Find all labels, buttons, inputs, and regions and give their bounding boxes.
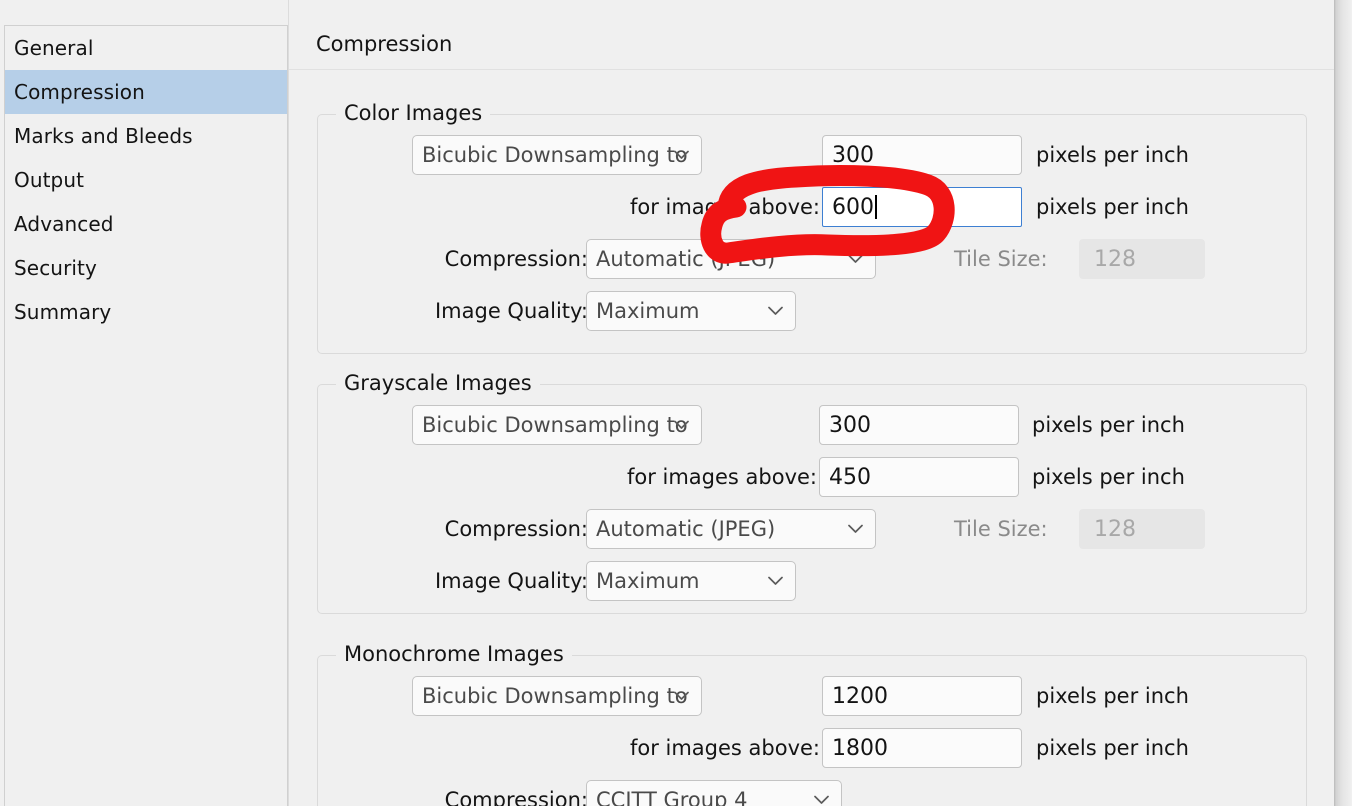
- grayscale-compression-dropdown[interactable]: Automatic (JPEG): [586, 509, 876, 549]
- chevron-down-icon: [814, 796, 829, 805]
- color-threshold-dpi-input[interactable]: 600: [822, 187, 1022, 227]
- group-color-images-legend: Color Images: [336, 101, 490, 125]
- compression-settings-pane: Compression Color Images Bicubic Downsam…: [289, 0, 1334, 806]
- chevron-down-icon: [674, 421, 689, 430]
- preferences-window: General Compression Marks and Bleeds Out…: [0, 0, 1352, 806]
- color-threshold-dpi-value: 600: [832, 195, 874, 220]
- page-title: Compression: [316, 32, 452, 56]
- sidebar-item-label: Marks and Bleeds: [14, 124, 193, 148]
- color-threshold-unit-label: pixels per inch: [1036, 195, 1189, 219]
- sidebar-item-output[interactable]: Output: [5, 158, 287, 202]
- color-threshold-label: for images above:: [522, 195, 820, 219]
- chevron-down-icon: [674, 692, 689, 701]
- grayscale-threshold-label: for images above:: [519, 465, 817, 489]
- monochrome-downsample-dpi-value: 1200: [832, 684, 888, 709]
- color-compression-label: Compression:: [350, 247, 588, 271]
- sidebar-item-compression[interactable]: Compression: [5, 70, 287, 114]
- color-downsample-dpi-value: 300: [832, 143, 874, 168]
- grayscale-compression-value: Automatic (JPEG): [596, 517, 775, 541]
- color-downsample-method-dropdown[interactable]: Bicubic Downsampling to: [412, 135, 702, 175]
- sidebar-item-label: Security: [14, 256, 97, 280]
- sidebar-item-advanced[interactable]: Advanced: [5, 202, 287, 246]
- group-color-images: Color Images Bicubic Downsampling to 300…: [317, 114, 1307, 354]
- monochrome-downsample-method-value: Bicubic Downsampling to: [422, 684, 688, 708]
- group-grayscale-images-legend: Grayscale Images: [336, 371, 540, 395]
- title-separator: [289, 69, 1334, 70]
- chevron-down-icon: [848, 525, 863, 534]
- window-edge-shadow: [1334, 0, 1352, 806]
- group-monochrome-images-legend: Monochrome Images: [336, 642, 572, 666]
- group-monochrome-images: Monochrome Images Bicubic Downsampling t…: [317, 655, 1307, 806]
- sidebar-item-label: Compression: [14, 80, 145, 104]
- grayscale-threshold-dpi-value: 450: [829, 465, 871, 490]
- grayscale-threshold-unit-label: pixels per inch: [1032, 465, 1185, 489]
- grayscale-image-quality-dropdown[interactable]: Maximum: [586, 561, 796, 601]
- chevron-down-icon: [848, 255, 863, 264]
- sidebar-item-label: General: [14, 36, 94, 60]
- grayscale-tile-size-label: Tile Size:: [954, 517, 1048, 541]
- grayscale-downsample-method-value: Bicubic Downsampling to: [422, 413, 688, 437]
- grayscale-image-quality-value: Maximum: [596, 569, 699, 593]
- grayscale-compression-label: Compression:: [350, 517, 588, 541]
- grayscale-image-quality-label: Image Quality:: [350, 569, 588, 593]
- color-compression-dropdown[interactable]: Automatic (JPEG): [586, 239, 876, 279]
- sidebar-item-label: Output: [14, 168, 84, 192]
- sidebar-item-summary[interactable]: Summary: [5, 290, 287, 334]
- monochrome-threshold-unit-label: pixels per inch: [1036, 736, 1189, 760]
- monochrome-compression-label: Compression:: [350, 788, 588, 806]
- monochrome-downsample-method-dropdown[interactable]: Bicubic Downsampling to: [412, 676, 702, 716]
- monochrome-threshold-dpi-value: 1800: [832, 736, 888, 761]
- chevron-down-icon: [674, 151, 689, 160]
- color-tile-size-value: 128: [1094, 247, 1136, 272]
- monochrome-threshold-label: for images above:: [522, 736, 820, 760]
- sidebar-item-label: Advanced: [14, 212, 114, 236]
- color-tile-size-label: Tile Size:: [954, 247, 1048, 271]
- grayscale-threshold-dpi-input[interactable]: 450: [819, 457, 1019, 497]
- sidebar-item-label: Summary: [14, 300, 111, 324]
- color-downsample-dpi-input[interactable]: 300: [822, 135, 1022, 175]
- color-image-quality-value: Maximum: [596, 299, 699, 323]
- monochrome-threshold-dpi-input[interactable]: 1800: [822, 728, 1022, 768]
- color-downsample-unit-label: pixels per inch: [1036, 143, 1189, 167]
- chevron-down-icon: [768, 307, 783, 316]
- color-compression-value: Automatic (JPEG): [596, 247, 775, 271]
- grayscale-downsample-dpi-input[interactable]: 300: [819, 405, 1019, 445]
- monochrome-compression-dropdown[interactable]: CCITT Group 4: [586, 780, 842, 806]
- chevron-down-icon: [768, 577, 783, 586]
- color-image-quality-label: Image Quality:: [350, 299, 588, 323]
- grayscale-tile-size-input: 128: [1079, 509, 1205, 549]
- group-grayscale-images: Grayscale Images Bicubic Downsampling to…: [317, 384, 1307, 614]
- color-image-quality-dropdown[interactable]: Maximum: [586, 291, 796, 331]
- sidebar-item-security[interactable]: Security: [5, 246, 287, 290]
- sidebar-item-general[interactable]: General: [5, 26, 287, 70]
- grayscale-downsample-method-dropdown[interactable]: Bicubic Downsampling to: [412, 405, 702, 445]
- monochrome-downsample-dpi-input[interactable]: 1200: [822, 676, 1022, 716]
- grayscale-downsample-dpi-value: 300: [829, 413, 871, 438]
- grayscale-downsample-unit-label: pixels per inch: [1032, 413, 1185, 437]
- settings-category-list[interactable]: General Compression Marks and Bleeds Out…: [4, 25, 288, 806]
- monochrome-compression-value: CCITT Group 4: [596, 788, 747, 806]
- text-caret: [875, 195, 877, 219]
- grayscale-tile-size-value: 128: [1094, 517, 1136, 542]
- color-tile-size-input: 128: [1079, 239, 1205, 279]
- color-downsample-method-value: Bicubic Downsampling to: [422, 143, 688, 167]
- sidebar-item-marks-and-bleeds[interactable]: Marks and Bleeds: [5, 114, 287, 158]
- monochrome-downsample-unit-label: pixels per inch: [1036, 684, 1189, 708]
